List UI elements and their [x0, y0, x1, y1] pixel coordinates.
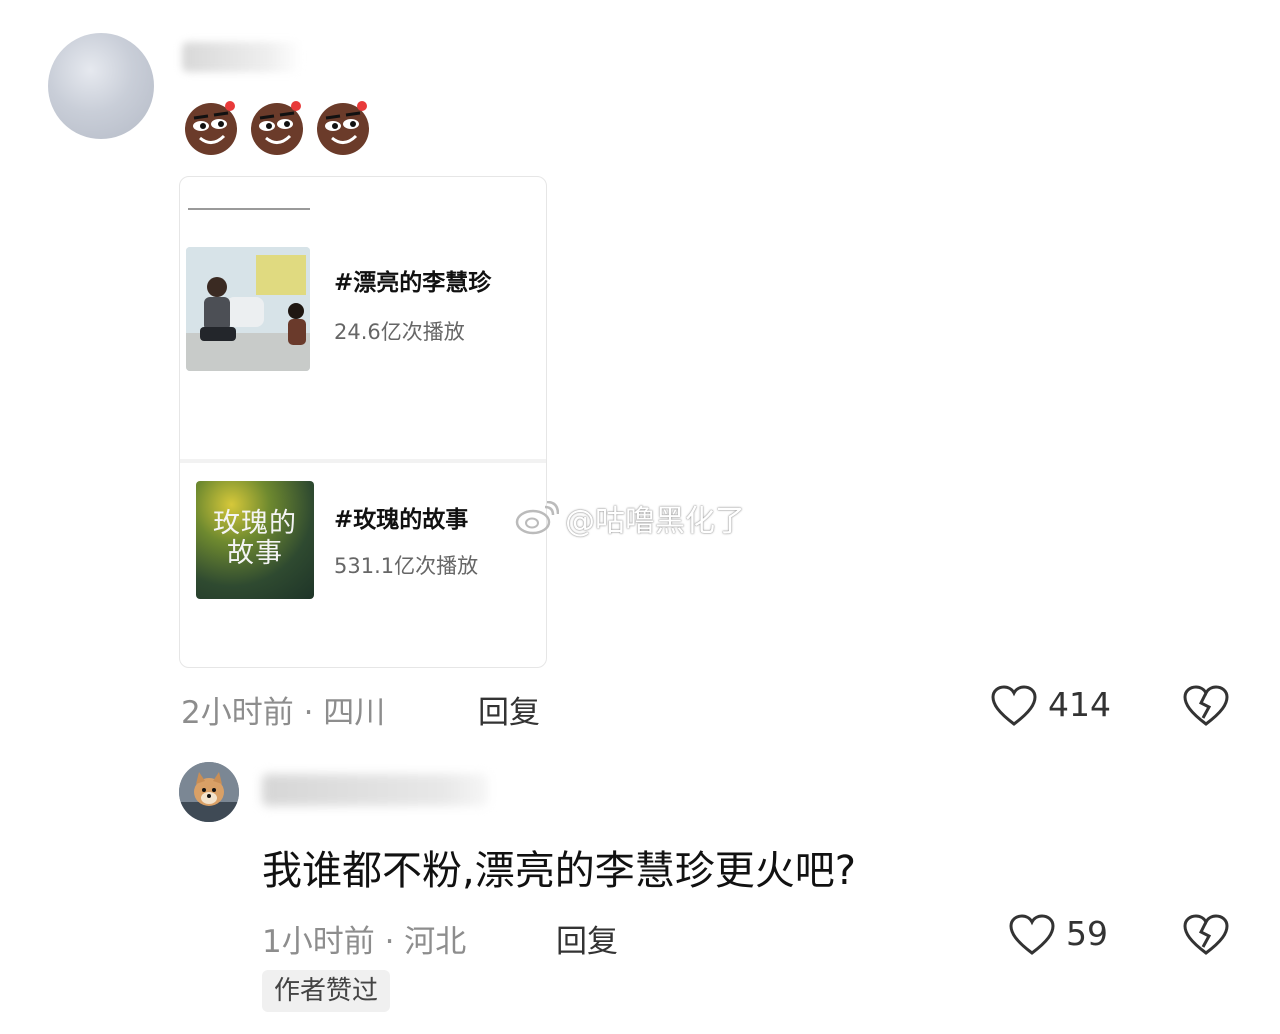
smirk-emoji-icon — [317, 101, 369, 155]
watermark: @咕噜黑化了 — [515, 498, 745, 539]
reply-time-location: 1小时前 · 河北 — [262, 924, 467, 960]
topic-title: #玫瑰的故事 — [334, 507, 469, 533]
smirk-emoji-icon — [251, 101, 303, 155]
emoji-row — [182, 98, 372, 156]
topic-thumbnail — [186, 247, 310, 371]
topic-play-count: 24.6亿次播放 — [334, 320, 465, 344]
commenter-name-blurred[interactable] — [182, 42, 302, 72]
topic-thumbnail: 玫瑰的 故事 — [196, 481, 314, 599]
comment-time-location: 2小时前 · 四川 — [181, 695, 386, 731]
thumbnail-title: 玫瑰的 故事 — [213, 508, 297, 569]
like-count: 59 — [1066, 914, 1108, 953]
heart-icon[interactable] — [1008, 913, 1056, 957]
weibo-logo-icon — [515, 501, 559, 535]
drama-still-image — [186, 247, 310, 371]
broken-heart-icon[interactable] — [1182, 684, 1230, 728]
smirk-emoji-icon — [185, 101, 237, 155]
like-count: 414 — [1048, 685, 1111, 724]
author-liked-badge: 作者赞过 — [262, 970, 391, 1012]
shiba-dog-avatar-image — [179, 762, 239, 822]
topic-title: #漂亮的李慧珍 — [334, 270, 492, 296]
reply-button[interactable]: 回复 — [478, 687, 540, 732]
replier-name-blurred[interactable] — [262, 774, 488, 806]
watermark-text: @咕噜黑化了 — [565, 504, 745, 539]
topic-item[interactable]: 玫瑰的 故事 #玫瑰的故事 531.1亿次播放 — [180, 463, 546, 667]
topic-item[interactable]: #漂亮的李慧珍 24.6亿次播放 — [180, 177, 546, 459]
topic-play-count: 531.1亿次播放 — [334, 554, 479, 578]
commenter-avatar[interactable] — [48, 33, 154, 139]
topic-card: #漂亮的李慧珍 24.6亿次播放 玫瑰的 故事 #玫瑰的故事 531.1亿次播放 — [179, 176, 547, 668]
heart-icon[interactable] — [990, 684, 1038, 728]
reply-button[interactable]: 回复 — [556, 916, 618, 961]
broken-heart-icon[interactable] — [1182, 913, 1230, 957]
replier-avatar[interactable] — [179, 762, 239, 822]
reply-content: 我谁都不粉,漂亮的李慧珍更火吧? — [262, 848, 856, 894]
